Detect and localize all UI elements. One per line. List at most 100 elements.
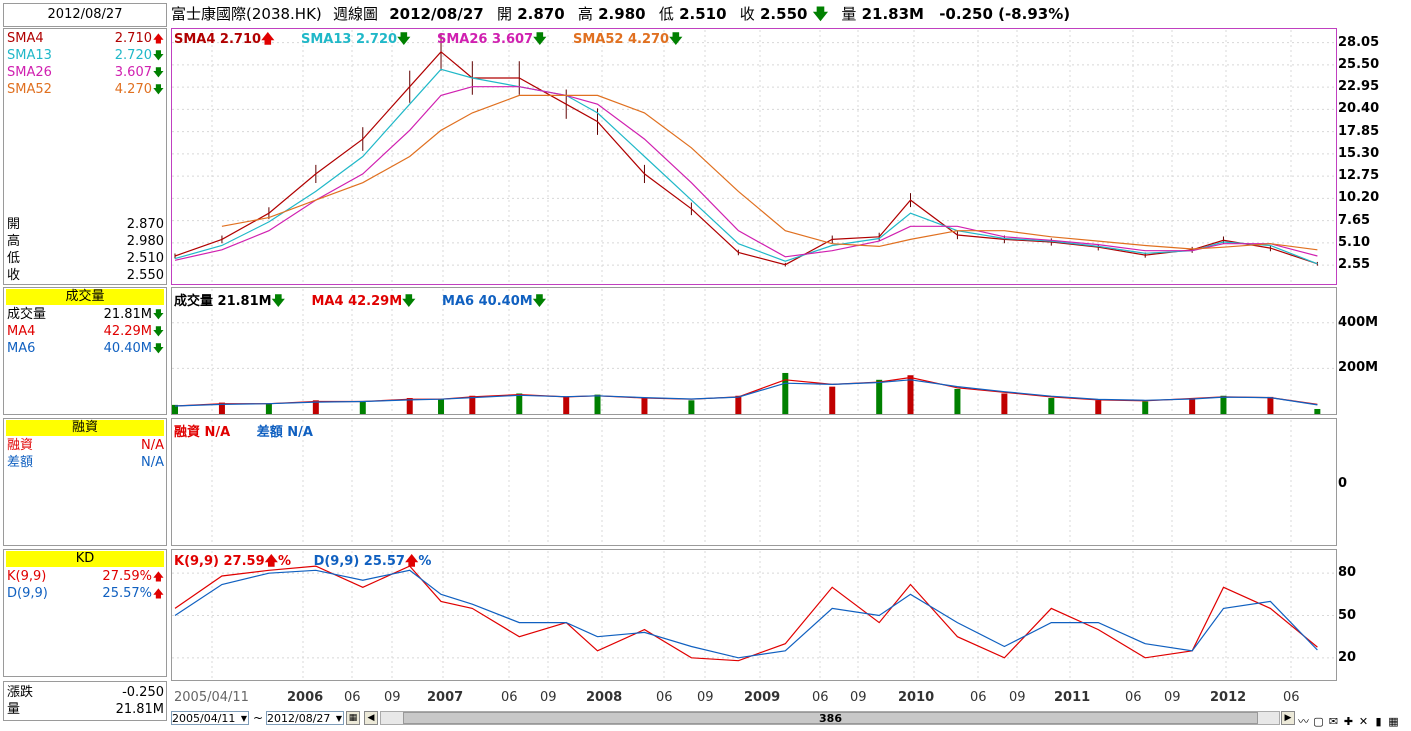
margin-header: 融資 [6, 420, 164, 436]
chart-icon[interactable]: 〰 [1296, 713, 1311, 729]
scrollbar-thumb[interactable]: 386 [403, 712, 1258, 724]
scroll-right-button[interactable]: ▶ [1281, 711, 1295, 725]
calendar-button[interactable]: ▦ [346, 711, 360, 725]
price-info-box: SMA4 2.710 🡅 SMA13 2.720 🡇 SMA26 3.607 🡇 SMA52 4.2… [3, 28, 167, 285]
down-arrow-icon: 🡇 [532, 294, 547, 309]
chevron-right-icon: ▶ [1284, 713, 1292, 723]
sma-label: SMA4 [7, 31, 44, 46]
bottom-info-box: 漲跌 -0.250 量 21.81M [3, 681, 167, 721]
down-arrow-icon: 🡇 [669, 32, 683, 47]
to-date-value: 2012/08/27 [267, 712, 331, 725]
x-tick: 06 [1125, 690, 1142, 705]
sma52-legend: SMA52 4.270 [573, 32, 670, 47]
chevron-left-icon: ◀ [367, 713, 375, 723]
x-tick: 2008 [586, 690, 623, 705]
price-y-tick: 7.65 [1338, 212, 1371, 228]
change-row: 漲跌 -0.250 [7, 684, 164, 701]
ohlc-row: 開 2.870 [7, 216, 164, 233]
scrollbar-track[interactable]: 386 [380, 711, 1280, 725]
down-arrow-icon: 🡇 [402, 294, 416, 309]
down-arrow-icon: 🡇 [812, 5, 829, 23]
x-tick: 09 [1009, 690, 1026, 705]
range-tilde: ~ [253, 711, 264, 725]
ohlc-row: 低 2.510 [7, 250, 164, 267]
sma-row: SMA52 4.270 🡇 [7, 81, 164, 98]
from-date-value: 2005/04/11 [172, 712, 236, 725]
x-tick: 09 [697, 690, 714, 705]
vol-value: 21.83M [861, 5, 924, 23]
change-value: -0.250 [122, 685, 164, 700]
volume-row: MA6 40.40M 🡇 [7, 340, 164, 357]
sma-row: SMA26 3.607 🡇 [7, 64, 164, 81]
change-label: 漲跌 [7, 685, 34, 700]
sma13-legend: SMA13 2.720 [300, 32, 398, 47]
x-tick: 09 [384, 690, 401, 705]
x-tick: 2007 [427, 690, 464, 705]
x-tick: 2011 [1054, 690, 1091, 705]
x-tick: 09 [1164, 690, 1181, 705]
x-tick: 2005/04/11 [174, 690, 249, 705]
x-tick: 06 [970, 690, 987, 705]
vol-label: 量 [841, 5, 857, 23]
sma-value: 2.710 [114, 31, 152, 46]
down-arrow-icon: 🡇 [533, 32, 547, 47]
x-tick: 06 [1283, 690, 1300, 705]
volume-y-tick: 200M [1338, 360, 1379, 376]
scroll-left-button[interactable]: ◀ [364, 711, 378, 725]
sma26-legend: SMA26 3.607 [436, 32, 534, 47]
sma-value: 4.270 [114, 82, 152, 97]
x-tick: 2010 [898, 690, 935, 705]
table-icon[interactable]: ▦ [1386, 715, 1401, 728]
sma-value: 2.720 [114, 48, 152, 63]
close-icon[interactable]: ✕ [1356, 715, 1371, 728]
down-arrow-icon: 🡇 [152, 325, 164, 338]
ohlc-value: 2.550 [126, 268, 164, 283]
price-y-tick: 22.95 [1338, 79, 1380, 95]
toolbar-icons: 〰 ▢ ✉ ✚ ✕ ▮ ▦ [1296, 710, 1401, 729]
chevron-down-icon: ▼ [335, 714, 342, 723]
ohlc-label: 開 [7, 217, 21, 232]
to-date-select[interactable]: 2012/08/27 ▼ [266, 711, 344, 725]
stock-name: 富士康國際(2038.HK) [171, 5, 322, 23]
volume-y-tick: 400M [1338, 314, 1379, 330]
scroll-value: 386 [819, 712, 842, 725]
open-value: 2.870 [517, 5, 565, 23]
margin-label: 差額 [7, 455, 34, 470]
x-tick: 06 [656, 690, 673, 705]
price-y-tick: 17.85 [1338, 123, 1380, 139]
ohlc-row: 高 2.980 [7, 233, 164, 250]
up-arrow-icon: 🡅 [152, 32, 164, 45]
sma-label: SMA26 [7, 65, 52, 80]
price-y-tick: 15.30 [1338, 145, 1380, 161]
sma4-legend: SMA4 2.710 [174, 32, 262, 47]
chat-icon[interactable]: ✉ [1326, 715, 1341, 728]
down-arrow-icon: 🡇 [152, 66, 164, 79]
sma-label: SMA13 [7, 48, 52, 63]
x-tick: 09 [540, 690, 557, 705]
price-legend: SMA4 2.710🡅 SMA13 2.720🡇 SMA26 3.607🡇 SM… [174, 30, 682, 52]
x-tick: 09 [850, 690, 867, 705]
kd-value: 25.57% [102, 586, 152, 601]
up-arrow-icon: 🡅 [152, 587, 164, 600]
ohlc-row: 收 2.550 [7, 267, 164, 284]
high-label: 高 [577, 5, 593, 23]
margin-row: 融資 N/A [7, 437, 164, 454]
kd-label: D(9,9) [7, 586, 48, 601]
down-arrow-icon: 🡇 [152, 83, 164, 96]
margin-value: N/A [141, 438, 164, 453]
down-arrow-icon: 🡇 [397, 32, 411, 47]
date-header: 2012/08/27 [47, 7, 123, 22]
bar-icon[interactable]: ▮ [1371, 715, 1386, 728]
x-tick: 2006 [287, 690, 324, 705]
down-arrow-icon: 🡇 [152, 49, 164, 62]
volume-header: 成交量 [6, 289, 164, 305]
volume-label: 量 [7, 702, 21, 717]
window-icon[interactable]: ▢ [1311, 715, 1326, 728]
from-date-select[interactable]: 2005/04/11 ▼ [171, 711, 249, 725]
move-icon[interactable]: ✚ [1341, 715, 1356, 728]
price-y-tick: 2.55 [1338, 257, 1371, 273]
x-tick: 2009 [744, 690, 781, 705]
volume-value: 21.81M [115, 702, 164, 717]
up-arrow-icon: 🡅 [152, 570, 164, 583]
kd-y-tick: 20 [1338, 649, 1357, 665]
